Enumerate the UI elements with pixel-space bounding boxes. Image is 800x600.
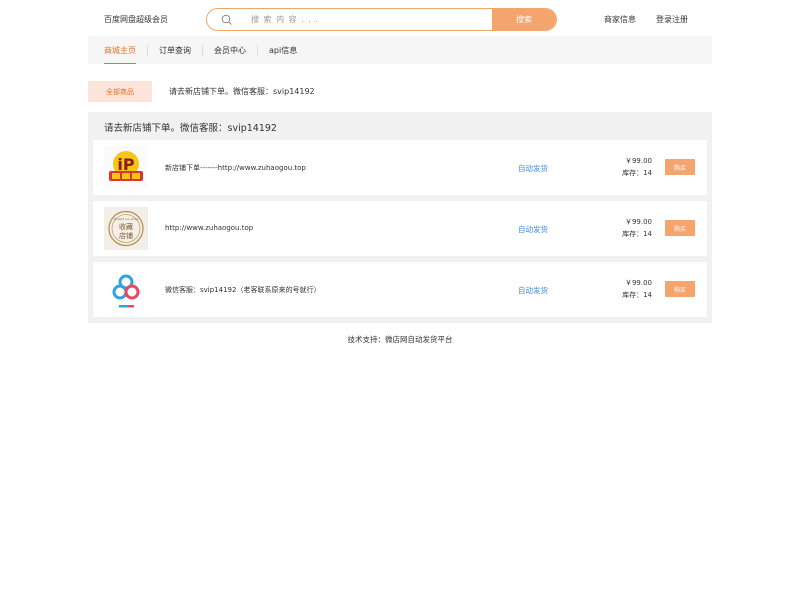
product-row[interactable]: 微信客服：svip14192（老客联系原来的号就行） 自动发货 ￥99.00 库…: [93, 262, 707, 317]
product-name[interactable]: 新店铺下单-------http://www.zuhaogou.top: [165, 163, 306, 173]
product-price: ￥99.00: [624, 218, 652, 226]
search-icon: [207, 14, 247, 26]
buy-button[interactable]: 购买: [665, 220, 695, 236]
main-nav: 商城主页 订单查询 会员中心 api信息: [88, 36, 712, 64]
product-row[interactable]: Collect our shop 收藏 店铺 http://www.zuhaog…: [93, 201, 707, 256]
header: 百度网盘超级会员 搜索 商家信息 登录注册: [88, 6, 712, 34]
category-notice: 请去新店铺下单。微信客服：svip14192: [169, 87, 315, 96]
product-price: ￥99.00: [624, 157, 652, 165]
login-register-link[interactable]: 登录注册: [656, 14, 688, 25]
search-button[interactable]: 搜索: [492, 9, 556, 30]
product-name[interactable]: http://www.zuhaogou.top: [165, 224, 253, 232]
auto-ship-label: 自动发货: [518, 286, 548, 295]
nav-item-api-info[interactable]: api信息: [258, 36, 308, 64]
nav-item-home[interactable]: 商城主页: [104, 36, 147, 64]
search-bar: 搜索: [206, 8, 557, 31]
panel-title: 请去新店铺下单。微信客服：svip14192: [104, 123, 277, 134]
stamp-main-text-2: 店铺: [119, 231, 133, 240]
auto-ship-label: 自动发货: [518, 225, 548, 234]
nav-item-order-query[interactable]: 订单查询: [148, 36, 202, 64]
baidu-netdisk-icon: [104, 268, 148, 311]
product-stock: 库存：14: [622, 230, 652, 238]
site-title[interactable]: 百度网盘超级会员: [104, 14, 168, 25]
nav-item-member-center[interactable]: 会员中心: [203, 36, 257, 64]
product-row[interactable]: iP 新店铺下单-------http://www.zuhaogou.top 自…: [93, 140, 707, 195]
product-name[interactable]: 微信客服：svip14192（老客联系原来的号就行）: [165, 285, 320, 295]
product-stock: 库存：14: [622, 291, 652, 299]
category-all-button[interactable]: 全部商品: [88, 81, 152, 102]
vip-logo-icon: iP: [104, 146, 148, 189]
stamp-top-text: Collect our shop: [114, 217, 138, 221]
footer-credit: 技术支持：微店网自动发货平台: [347, 335, 453, 344]
stamp-main-text-1: 收藏: [119, 222, 133, 231]
search-input[interactable]: [247, 9, 492, 30]
product-stock: 库存：14: [622, 169, 652, 177]
merchant-info-link[interactable]: 商家信息: [604, 14, 636, 25]
page: 百度网盘超级会员 搜索 商家信息 登录注册 商城主页 订单查询 会员中心 api…: [0, 0, 800, 600]
bookmark-store-stamp-icon: Collect our shop 收藏 店铺: [104, 207, 148, 250]
product-price: ￥99.00: [624, 279, 652, 287]
auto-ship-label: 自动发货: [518, 164, 548, 173]
product-panel: 请去新店铺下单。微信客服：svip14192 iP 新店铺下单-------ht…: [88, 112, 712, 323]
buy-button[interactable]: 购买: [665, 159, 695, 175]
buy-button[interactable]: 购买: [665, 281, 695, 297]
